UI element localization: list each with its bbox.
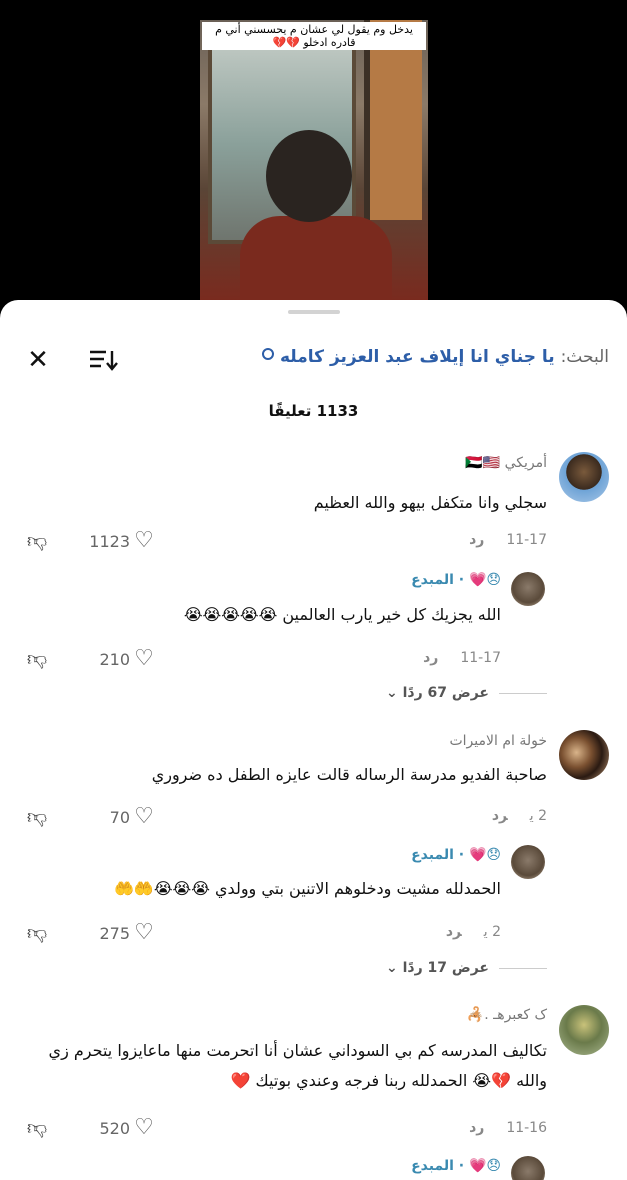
comment-author[interactable]: ک کعبرهـ .🦂	[467, 1007, 547, 1023]
dislike-icon[interactable]: 👎︎	[24, 646, 50, 671]
comment-actions: 👎︎ 1123 ♡	[24, 528, 158, 553]
comment-count: 1133 تعليقًا	[268, 402, 359, 420]
reply-button[interactable]: رد	[423, 650, 438, 666]
comment-text: صاحبة الفديو مدرسة الرساله قالت عايزه ال…	[151, 765, 547, 784]
comments-sheet: ✕ البحث: يا جناي انا إيلاف عبد العزيز كا…	[0, 300, 627, 1180]
comment-actions: 👎︎ 70 ♡	[24, 804, 158, 829]
comment-date: 11-17	[460, 650, 501, 666]
comment-meta: 2 ي رد	[492, 808, 547, 824]
view-replies-label: عرض 17 ردًا	[402, 960, 489, 976]
heart-icon[interactable]: ♡	[130, 528, 158, 553]
comment-author[interactable]: أمريكي 🇸🇩🇺🇸	[465, 455, 547, 471]
child-head-image	[266, 130, 352, 222]
avatar[interactable]	[511, 1156, 545, 1180]
dislike-icon[interactable]: 👎︎	[24, 528, 50, 553]
comment-meta: 2 ي رد	[446, 924, 501, 940]
comment-text: تكاليف المدرسه كم بي السوداني عشان أنا ا…	[48, 1041, 547, 1090]
sheet-drag-handle[interactable]	[288, 310, 340, 314]
avatar[interactable]	[511, 845, 545, 879]
comment-author[interactable]: 😞💗 · المبدع	[411, 847, 501, 863]
search-query[interactable]: يا جناي انا إيلاف عبد العزيز كامله	[280, 347, 555, 367]
view-replies-button[interactable]: عرض 67 ردًا ⌄	[386, 685, 547, 701]
like-count: 210	[99, 650, 130, 669]
comment-text: سجلي وانا متكفل بيهو والله العظيم	[313, 493, 547, 512]
comment-meta: 11-17 رد	[423, 650, 501, 666]
comment-date: 11-17	[506, 532, 547, 548]
video-player[interactable]: يدخل وم يقول لي عشان م يحسسني أني م قادر…	[0, 0, 627, 320]
comment-actions: 👎︎ 210 ♡	[24, 646, 158, 671]
video-frame: يدخل وم يقول لي عشان م يحسسني أني م قادر…	[200, 20, 428, 302]
divider	[499, 692, 547, 694]
comment-text: الحمدلله مشيت ودخلوهم الاتنين بتي وولدي …	[114, 879, 501, 898]
like-count: 70	[109, 808, 130, 827]
search-header[interactable]: البحث: يا جناي انا إيلاف عبد العزيز كامل…	[262, 344, 609, 370]
video-caption: يدخل وم يقول لي عشان م يحسسني أني م قادر…	[202, 22, 426, 50]
comment-date: 2 ي	[529, 808, 547, 824]
comment-actions: 👎︎ 275 ♡	[24, 920, 158, 945]
dislike-icon[interactable]: 👎︎	[24, 1115, 50, 1140]
search-icon	[262, 348, 275, 360]
heart-icon[interactable]: ♡	[130, 804, 158, 829]
avatar[interactable]	[511, 572, 545, 606]
reply-button[interactable]: رد	[492, 808, 508, 824]
view-replies-label: عرض 67 ردًا	[402, 685, 489, 701]
like-count: 520	[99, 1119, 130, 1138]
like-count: 1123	[89, 532, 130, 551]
sort-icon[interactable]	[88, 348, 118, 372]
door-image	[364, 20, 422, 220]
comment-author[interactable]: خولة ام الاميرات	[449, 733, 547, 749]
comment-date: 2 ي	[483, 924, 501, 940]
reply-button[interactable]: رد	[469, 1120, 484, 1136]
comment-text: الله يجزيك كل خير يارب العالمين 😭😭😭😭😭	[183, 605, 501, 624]
dislike-icon[interactable]: 👎︎	[24, 920, 50, 945]
comment-author[interactable]: 😞💗 · المبدع	[411, 572, 501, 588]
heart-icon[interactable]: ♡	[130, 920, 158, 945]
dislike-icon[interactable]: 👎︎	[24, 804, 50, 829]
view-replies-button[interactable]: عرض 17 ردًا ⌄	[386, 960, 547, 976]
reply-button[interactable]: رد	[469, 532, 484, 548]
divider	[499, 967, 547, 969]
heart-icon[interactable]: ♡	[130, 1115, 158, 1140]
child-shirt-image	[240, 216, 392, 302]
comment-meta: 11-17 رد	[469, 532, 547, 548]
reply-button[interactable]: رد	[446, 924, 462, 940]
close-icon[interactable]: ✕	[24, 346, 52, 374]
comment-meta: 11-16 رد	[469, 1120, 547, 1136]
avatar[interactable]	[559, 1005, 609, 1055]
heart-icon[interactable]: ♡	[130, 646, 158, 671]
chevron-down-icon: ⌄	[386, 685, 398, 701]
comment-actions: 👎︎ 520 ♡	[24, 1115, 158, 1140]
avatar[interactable]	[559, 730, 609, 780]
comment-date: 11-16	[506, 1120, 547, 1136]
search-label: البحث:	[560, 347, 609, 367]
like-count: 275	[99, 924, 130, 943]
avatar[interactable]	[559, 452, 609, 502]
comment-author[interactable]: 😞💗 · المبدع	[411, 1158, 501, 1174]
chevron-down-icon: ⌄	[386, 960, 398, 976]
